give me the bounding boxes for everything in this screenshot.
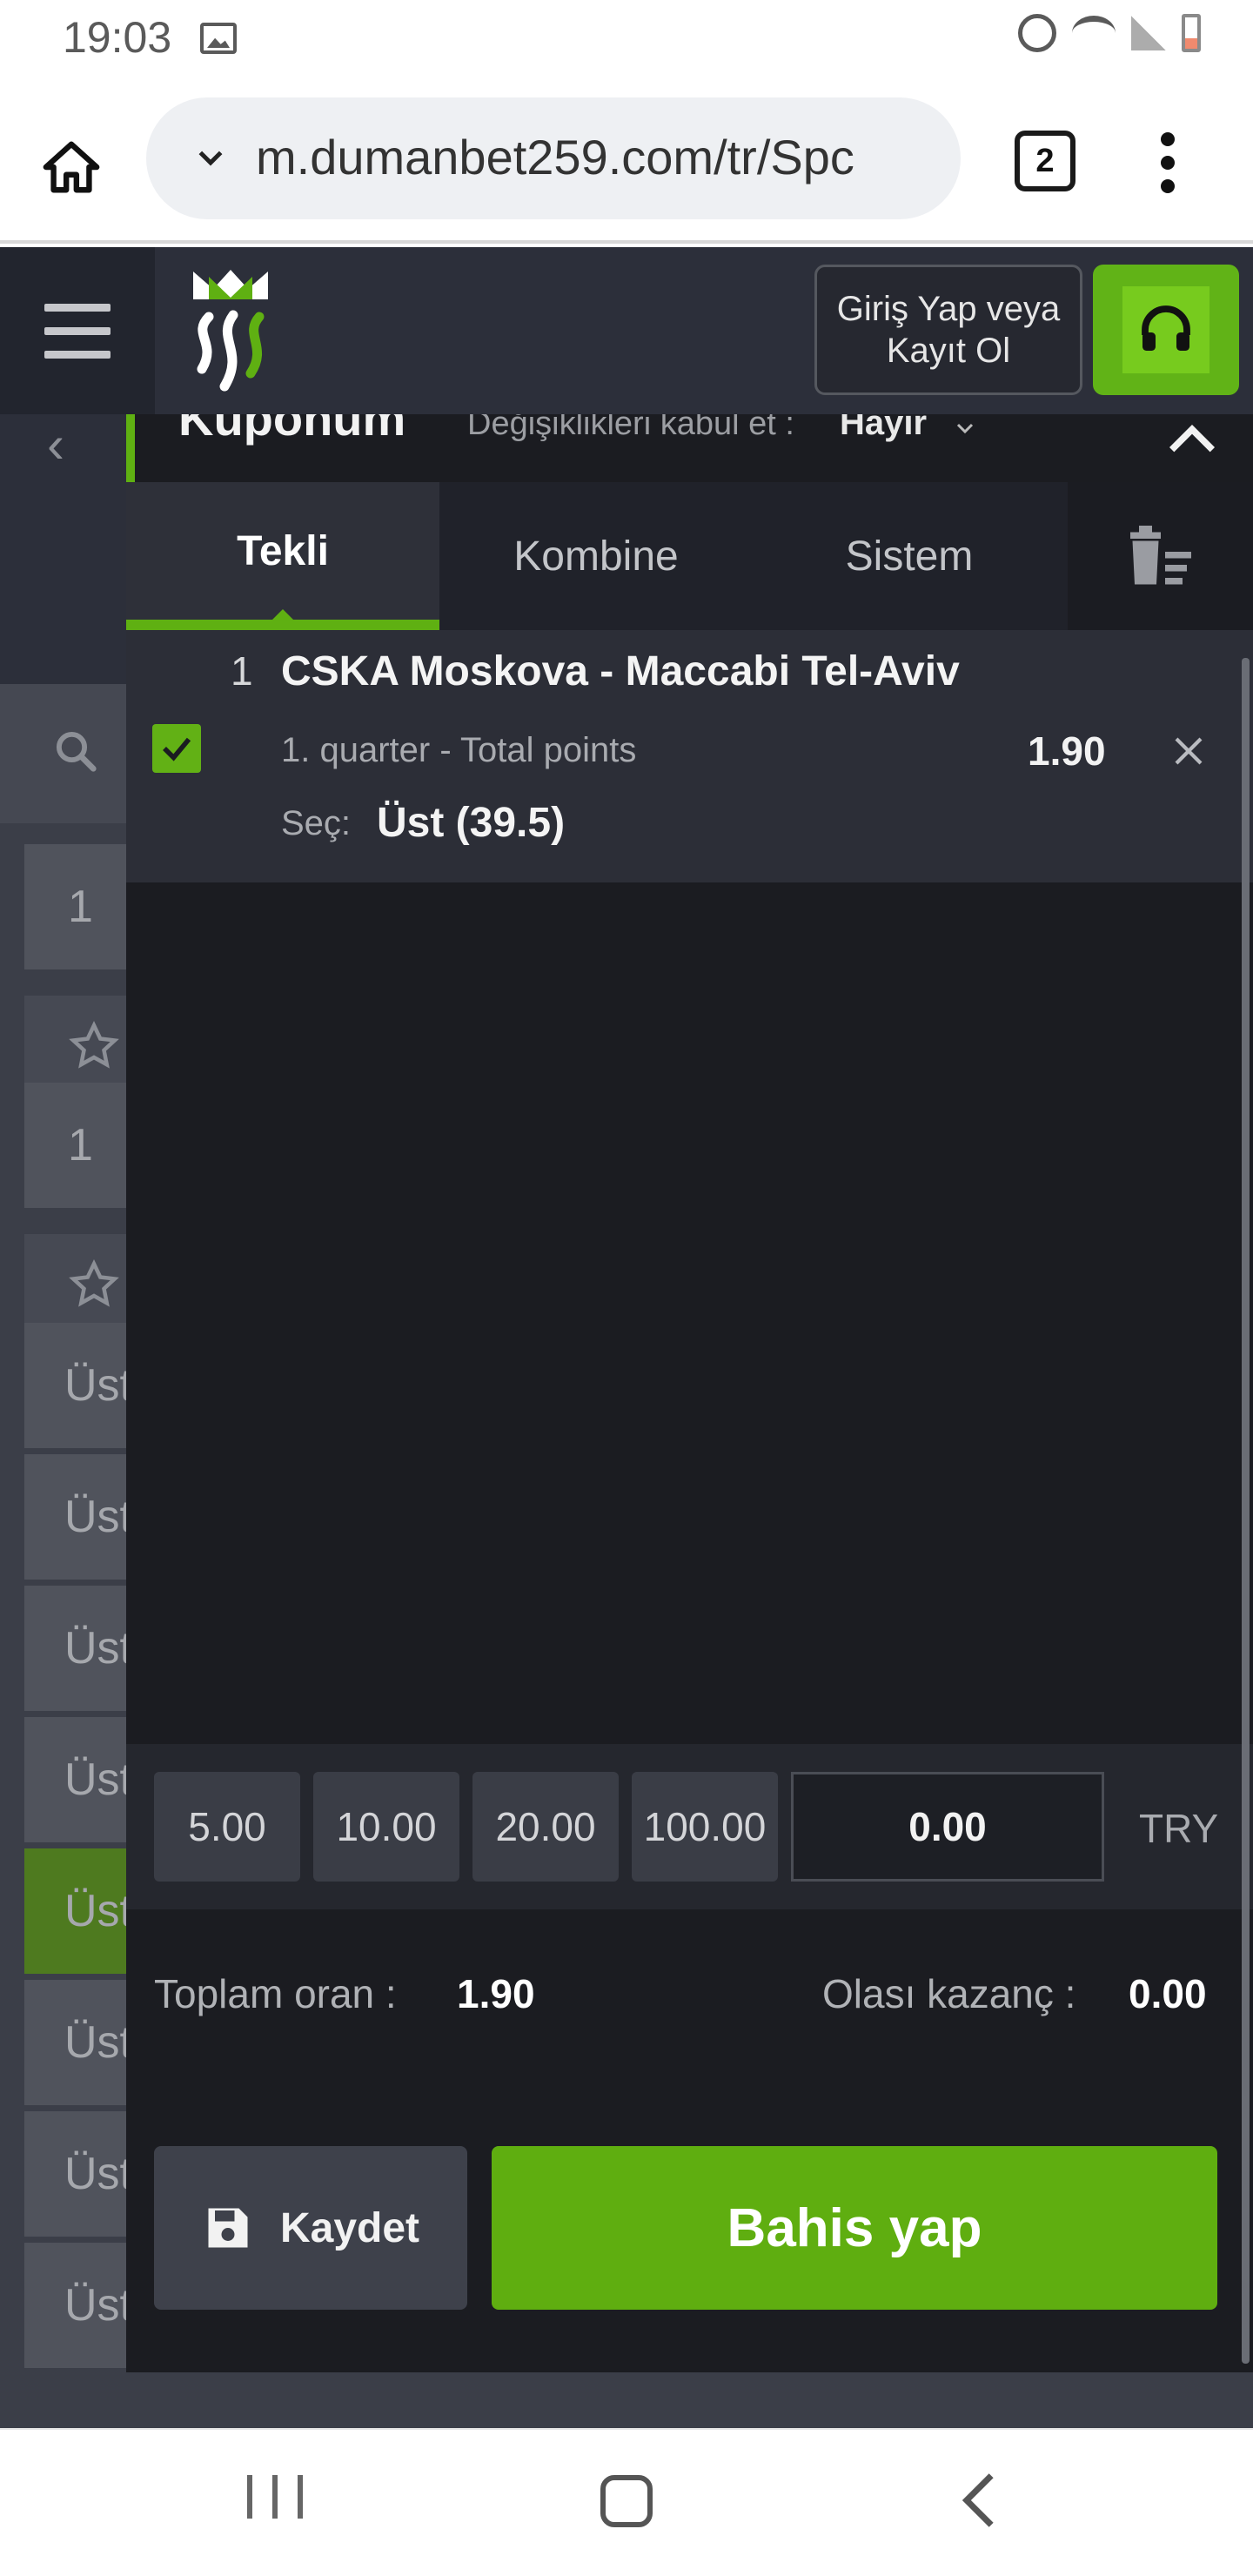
stake-preset-button[interactable]: 5.00 xyxy=(154,1772,300,1882)
tab-single[interactable]: Tekli xyxy=(126,482,439,630)
chevron-down-icon[interactable] xyxy=(955,418,975,439)
home-icon xyxy=(43,141,100,193)
bet-slip-title: Kuponum xyxy=(178,414,406,446)
login-register-button[interactable]: Giriş Yap veya Kayıt Ol xyxy=(814,265,1082,395)
bg-odds-tile[interactable]: Üst xyxy=(24,1323,132,1448)
url-text[interactable]: m.dumanbet259.com/tr/Spc xyxy=(256,129,935,190)
save-label: Kaydet xyxy=(279,2204,420,2251)
total-odds-value: 1.90 xyxy=(457,1971,535,2016)
favorite-star-icon[interactable] xyxy=(24,1234,126,1335)
recent-apps-button[interactable] xyxy=(247,2475,303,2527)
remove-bet-icon[interactable] xyxy=(1170,733,1207,769)
address-bar[interactable]: m.dumanbet259.com/tr/Spc xyxy=(146,97,961,219)
selection-value: Üst (39.5) xyxy=(377,800,566,846)
possible-win-label: Olası kazanç : xyxy=(822,1971,1076,2016)
search-icon[interactable] xyxy=(52,728,99,775)
bg-odds-tile[interactable]: 1 xyxy=(24,844,126,969)
close-icon[interactable] xyxy=(1162,414,1223,470)
checkmark-icon xyxy=(163,737,191,761)
clock: 19:03 xyxy=(63,13,172,62)
currency-label: TRY xyxy=(1139,1806,1219,1851)
favorite-star-icon[interactable] xyxy=(24,996,126,1097)
selection-label: Seç: xyxy=(281,804,352,842)
recent-bar xyxy=(247,2475,252,2519)
site-logo[interactable] xyxy=(183,265,278,404)
status-bar: 19:03 xyxy=(0,0,1253,78)
page-footer-strip xyxy=(0,2372,1253,2428)
bg-odds-tile[interactable]: Üst xyxy=(24,2111,132,2237)
menu-dot xyxy=(1161,179,1175,193)
support-icon-wrap xyxy=(1122,286,1209,373)
bet-odds: 1.90 xyxy=(1028,728,1106,774)
menu-dot xyxy=(1161,132,1175,146)
stake-row: 5.00 10.00 20.00 100.00 0.00 TRY xyxy=(126,1744,1253,1909)
scrollbar[interactable] xyxy=(1242,658,1250,2364)
site-header: Giriş Yap veya Kayıt Ol xyxy=(0,247,1253,414)
tab-switcher-button[interactable]: 2 xyxy=(1015,131,1075,191)
total-odds-label: Toplam oran : xyxy=(154,1971,397,2016)
bet-checkbox[interactable] xyxy=(152,724,201,773)
floppy-disk-icon xyxy=(208,2208,248,2248)
hamburger-line xyxy=(44,350,111,359)
stake-preset-button[interactable]: 100.00 xyxy=(632,1772,778,1882)
bg-band xyxy=(0,466,126,684)
bg-odds-tile[interactable]: Üst xyxy=(24,1717,132,1842)
alarm-icon xyxy=(1018,14,1056,52)
hamburger-line xyxy=(44,326,111,335)
system-nav-bar xyxy=(0,2428,1253,2576)
bet-event-name: CSKA Moskova - Maccabi Tel-Aviv xyxy=(281,648,960,694)
bet-slip-panel: Kuponum Değişiklikleri kabul et : Hayır … xyxy=(126,414,1253,2372)
clear-slip-button[interactable] xyxy=(1068,482,1253,630)
recent-bar xyxy=(298,2475,303,2519)
browser-menu-button[interactable] xyxy=(1142,124,1194,202)
back-nav-icon[interactable] xyxy=(957,2472,1001,2529)
headset-icon xyxy=(1142,305,1190,351)
stake-preset-button[interactable]: 20.00 xyxy=(472,1772,619,1882)
wifi-icon xyxy=(1072,16,1116,50)
bg-odds-tile-selected[interactable]: Üst xyxy=(24,1848,132,1974)
bet-type-tabs: Tekli Kombine Sistem xyxy=(126,482,1253,630)
support-button[interactable] xyxy=(1093,265,1239,395)
home-button[interactable] xyxy=(37,132,106,202)
tab-system[interactable]: Sistem xyxy=(753,482,1066,630)
chevron-down-icon[interactable] xyxy=(188,136,233,181)
bg-odds-tile[interactable]: Üst xyxy=(24,2243,132,2368)
accept-changes-select[interactable]: Hayır xyxy=(840,414,927,443)
bet-slip-header: Kuponum Değişiklikleri kabul et : Hayır xyxy=(126,414,1253,482)
recent-bar xyxy=(272,2475,278,2519)
hamburger-menu-button[interactable] xyxy=(0,247,155,414)
system-icons xyxy=(1018,14,1201,52)
stake-preset-button[interactable]: 10.00 xyxy=(313,1772,459,1882)
bg-odds-tile[interactable]: Üst xyxy=(24,1586,132,1711)
browser-toolbar: m.dumanbet259.com/tr/Spc 2 xyxy=(0,78,1253,244)
hamburger-line xyxy=(44,303,111,312)
gallery-notification-icon xyxy=(200,23,237,54)
place-bet-button[interactable]: Bahis yap xyxy=(492,2146,1217,2310)
bet-market: 1. quarter - Total points xyxy=(281,731,637,769)
tab-combo[interactable]: Kombine xyxy=(439,482,753,630)
accept-changes-label: Değişiklikleri kabul et : xyxy=(467,414,794,442)
bg-odds-tile[interactable]: Üst xyxy=(24,1454,132,1580)
stake-input[interactable]: 0.00 xyxy=(791,1772,1104,1882)
signal-icon xyxy=(1131,16,1166,50)
back-chevron-icon[interactable]: ‹ xyxy=(47,414,64,474)
home-nav-button[interactable] xyxy=(600,2475,653,2527)
bg-odds-tile[interactable]: 1 xyxy=(24,1083,126,1208)
bet-slip-item: 1 CSKA Moskova - Maccabi Tel-Aviv 1. qua… xyxy=(126,630,1253,882)
bg-odds-tile[interactable]: Üst xyxy=(24,1980,132,2105)
menu-dot xyxy=(1161,156,1175,170)
trash-list-icon xyxy=(1129,526,1191,585)
battery-icon xyxy=(1182,14,1201,52)
bet-totals: Toplam oran : 1.90 Olası kazanç : 0.00 xyxy=(126,1909,1253,2083)
save-button[interactable]: Kaydet xyxy=(154,2146,467,2310)
possible-win-value: 0.00 xyxy=(1129,1971,1207,2016)
bet-index: 1 xyxy=(231,648,253,694)
